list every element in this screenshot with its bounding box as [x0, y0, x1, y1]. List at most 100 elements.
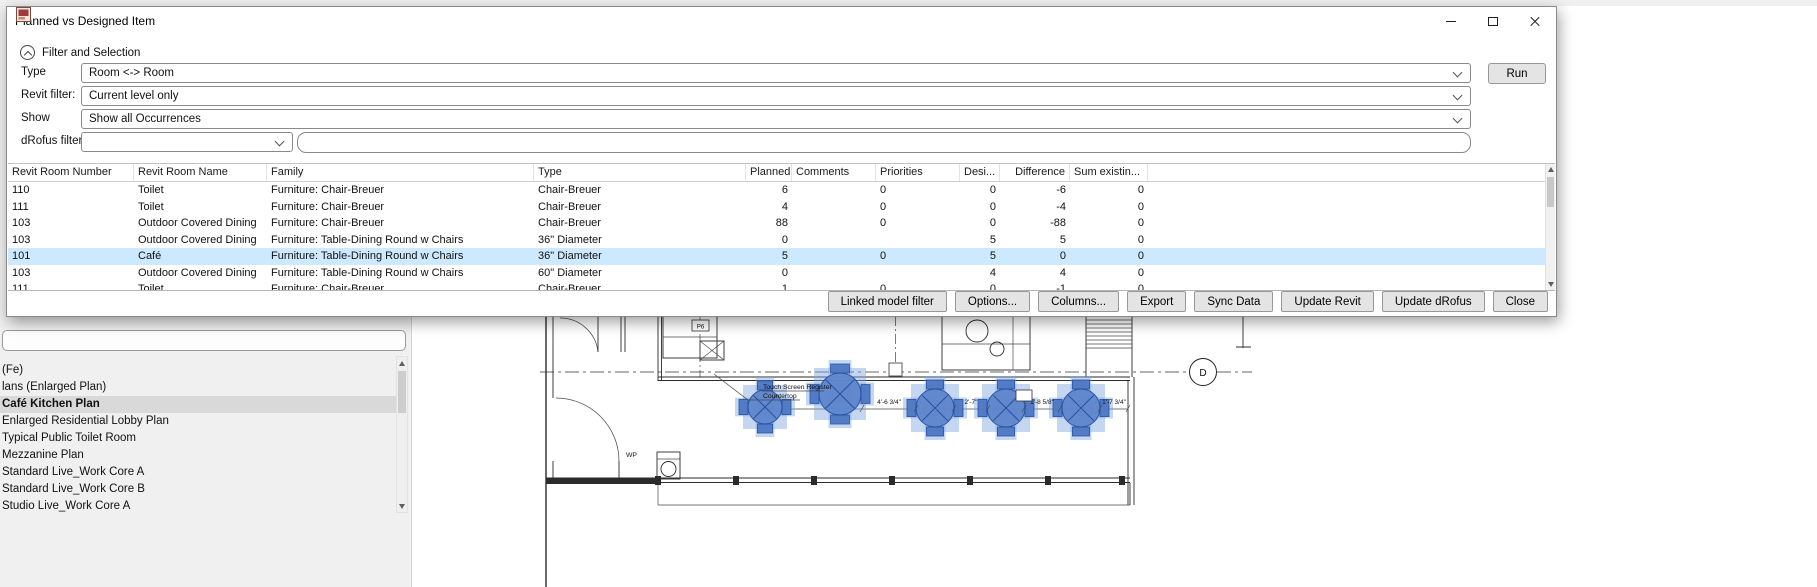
filter-section-toggle[interactable]: Filter and Selection — [20, 45, 140, 60]
table-cell: 0 — [960, 217, 1000, 229]
view-list-item[interactable]: Enlarged Residential Lobby Plan — [0, 413, 396, 430]
table-cell: 0 — [876, 217, 960, 229]
table-row[interactable]: 103Outdoor Covered DiningFurniture: Tabl… — [8, 265, 1555, 282]
show-label: Show — [21, 112, 50, 124]
minimize-button[interactable] — [1430, 7, 1472, 35]
table-cell: Toilet — [134, 184, 267, 196]
footer-button-update-drofus[interactable]: Update dRofus — [1382, 291, 1485, 312]
footer-button-export[interactable]: Export — [1127, 291, 1186, 312]
footer-button-close[interactable]: Close — [1493, 291, 1548, 312]
run-button[interactable]: Run — [1488, 63, 1546, 84]
table-row[interactable]: 101CaféFurniture: Table-Dining Round w C… — [8, 248, 1555, 265]
chevron-down-icon — [1453, 91, 1463, 101]
table-furniture[interactable] — [806, 360, 874, 428]
table-cell: Furniture: Chair-Breuer — [267, 184, 534, 196]
table-cell: -6 — [1000, 184, 1070, 196]
type-combobox[interactable]: Room <-> Room — [81, 63, 1471, 83]
view-list-item[interactable]: (Fe) — [0, 362, 396, 379]
table-row[interactable]: 103Outdoor Covered DiningFurniture: Chai… — [8, 215, 1555, 232]
close-button[interactable] — [1514, 7, 1556, 35]
dim-label: 2'-7" — [965, 399, 979, 406]
table-cell: 0 — [960, 201, 1000, 213]
view-list-item[interactable]: Standard Live_Work Core B — [0, 481, 396, 498]
table-cell: 0 — [876, 201, 960, 213]
table-cell: 0 — [876, 184, 960, 196]
view-list-item[interactable]: Café Kitchen Plan — [0, 396, 396, 413]
column-header[interactable]: Comments — [792, 164, 876, 181]
table-cell: 0 — [960, 184, 1000, 196]
view-list-item[interactable]: Typical Public Toilet Room — [0, 430, 396, 447]
scrollbar-thumb[interactable] — [1547, 177, 1554, 207]
table-cell: 0 — [746, 234, 792, 246]
grid-scrollbar[interactable] — [1545, 164, 1555, 290]
table-furniture[interactable] — [903, 376, 967, 440]
view-list-item[interactable]: Studio Live_Work Core A — [0, 498, 396, 513]
view-list-item[interactable]: Standard Live_Work Core A — [0, 464, 396, 481]
revit-filter-combobox[interactable]: Current level only — [81, 86, 1471, 106]
column-header[interactable]: Type — [534, 164, 746, 181]
table-cell: 0 — [746, 267, 792, 279]
table-cell: 4 — [1000, 267, 1070, 279]
dim-label: 1'-7 3/4" — [1102, 399, 1126, 406]
column-header[interactable]: Difference — [1000, 164, 1070, 181]
table-cell: Chair-Breuer — [534, 217, 746, 229]
drofus-filter-combobox[interactable] — [81, 132, 293, 152]
table-cell: 0 — [960, 283, 1000, 291]
footer-button-sync-data[interactable]: Sync Data — [1194, 291, 1273, 312]
column-header[interactable]: Priorities — [876, 164, 960, 181]
annotation-text: Countertop — [763, 393, 797, 400]
grid-tag-label: P6 — [697, 323, 705, 330]
table-row[interactable]: 103Outdoor Covered DiningFurniture: Tabl… — [8, 232, 1555, 249]
column-header[interactable]: Sum existin... — [1070, 164, 1148, 181]
footer-button-columns[interactable]: Columns... — [1038, 291, 1119, 312]
column-header[interactable]: Family — [267, 164, 534, 181]
scrollbar-thumb[interactable] — [398, 371, 406, 413]
footer-buttons: Linked model filter Options... Columns... E… — [828, 291, 1548, 312]
table-cell: Toilet — [134, 283, 267, 291]
scroll-down-icon[interactable] — [1546, 279, 1555, 290]
table-cell: 6 — [746, 184, 792, 196]
table-row[interactable]: 111ToiletFurniture: Chair-BreuerChair-Br… — [8, 281, 1555, 291]
table-cell: 0 — [876, 250, 960, 262]
table-furniture[interactable] — [974, 376, 1038, 440]
table-cell: -1 — [1000, 283, 1070, 291]
table-cell: 5 — [960, 234, 1000, 246]
footer-button-update-revit[interactable]: Update Revit — [1281, 291, 1373, 312]
dim-label: 1'-8 5/8" — [1030, 399, 1054, 406]
scroll-down-icon[interactable] — [397, 500, 407, 512]
dialog-titlebar[interactable]: Planned vs Designed Item — [7, 7, 1556, 35]
table-cell: Furniture: Chair-Breuer — [267, 217, 534, 229]
maximize-button[interactable] — [1472, 7, 1514, 35]
column-header[interactable]: Desi... — [960, 164, 1000, 181]
sidebar-scrollbar[interactable] — [396, 356, 408, 513]
table-row[interactable]: 111ToiletFurniture: Chair-BreuerChair-Br… — [8, 199, 1555, 216]
show-value: Show all Occurrences — [89, 113, 201, 125]
table-row[interactable]: 110ToiletFurniture: Chair-BreuerChair-Br… — [8, 182, 1555, 199]
table-cell: 0 — [1070, 250, 1148, 262]
column-header[interactable]: Planned — [746, 164, 792, 181]
sidebar-filter-box[interactable] — [2, 330, 406, 351]
table-cell: 0 — [1070, 217, 1148, 229]
column-header[interactable]: Revit Room Name — [134, 164, 267, 181]
scroll-up-icon[interactable] — [1546, 164, 1555, 175]
table-cell: Outdoor Covered Dining — [134, 267, 267, 279]
view-list: (Fe)lans (Enlarged Plan)Café Kitchen Pla… — [0, 356, 396, 513]
planned-vs-designed-dialog: Planned vs Designed Item Filter and Sele… — [6, 6, 1557, 317]
type-value: Room <-> Room — [89, 67, 174, 79]
scroll-up-icon[interactable] — [397, 357, 407, 369]
dialog-icon — [16, 7, 31, 22]
table-furniture[interactable] — [1049, 376, 1113, 440]
drofus-filter-input[interactable] — [297, 132, 1471, 153]
column-header[interactable]: Revit Room Number — [8, 164, 134, 181]
table-cell: 60" Diameter — [534, 267, 746, 279]
view-list-item[interactable]: Mezzanine Plan — [0, 447, 396, 464]
table-cell: 5 — [960, 250, 1000, 262]
annotation-text: Touch Screen Register — [763, 384, 832, 391]
keynote-tag — [889, 363, 902, 376]
footer-button-options[interactable]: Options... — [955, 291, 1030, 312]
screenshot-root: 4'-6 3/4" 2'-7" 1'-8 5/8" 1'-7 3/4" Touc… — [0, 0, 1817, 587]
show-combobox[interactable]: Show all Occurrences — [81, 109, 1471, 129]
view-list-item[interactable]: lans (Enlarged Plan) — [0, 379, 396, 396]
table-cell: 5 — [1000, 234, 1070, 246]
footer-button-linked-model-filter[interactable]: Linked model filter — [828, 291, 947, 312]
